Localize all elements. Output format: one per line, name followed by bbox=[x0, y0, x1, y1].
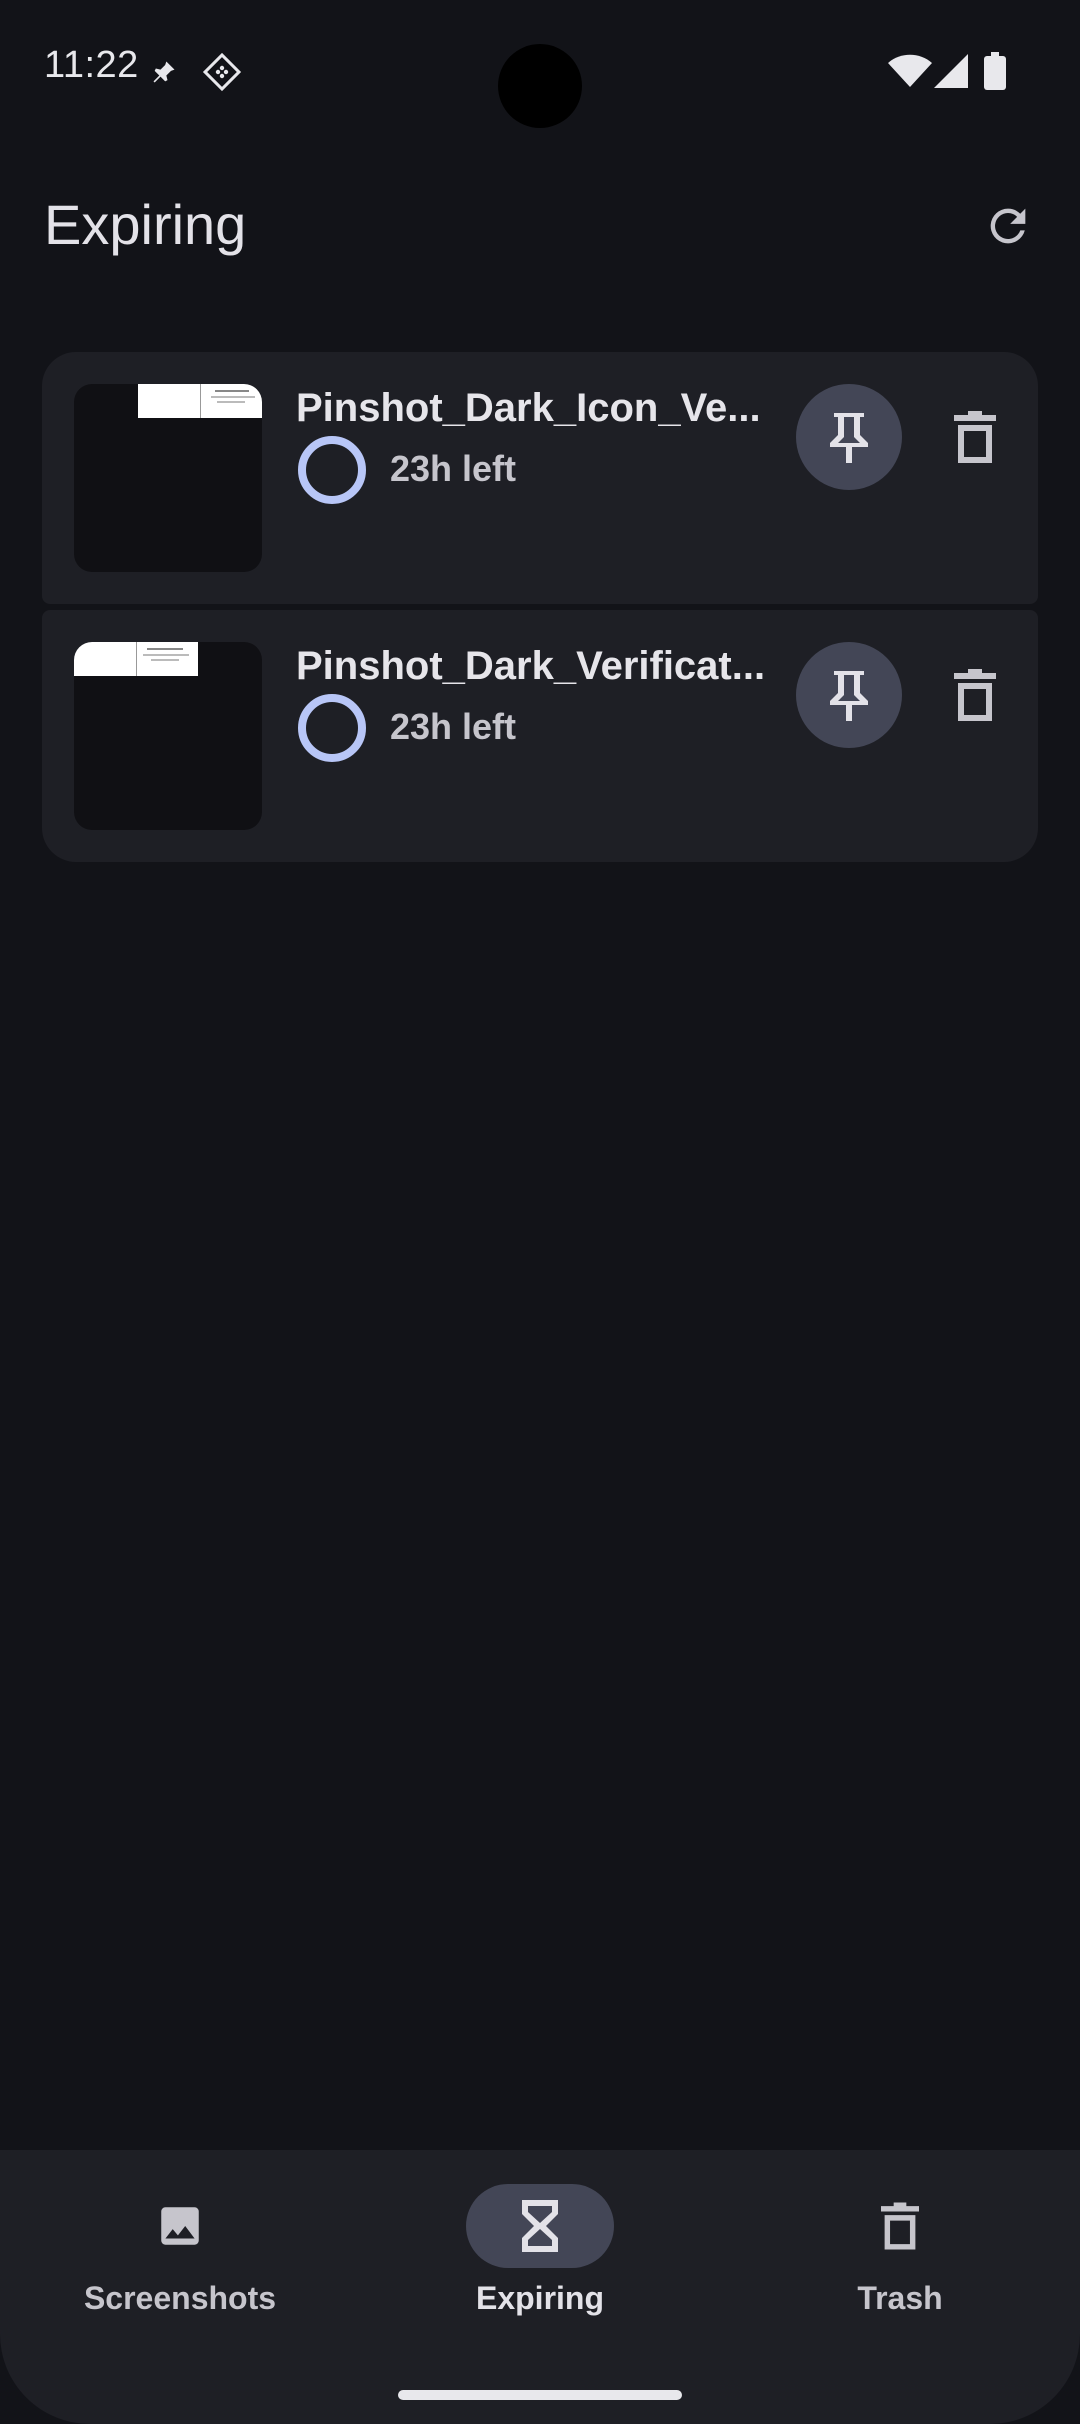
page-title: Expiring bbox=[44, 193, 247, 256]
nav-pill-active bbox=[466, 2184, 614, 2268]
battery-icon bbox=[984, 52, 1006, 95]
item-title: Pinshot_Dark_Verificat... bbox=[296, 644, 766, 688]
bottom-navigation: Screenshots Expiring Trash bbox=[0, 2150, 1080, 2424]
camera-cutout bbox=[498, 44, 582, 128]
delete-button[interactable] bbox=[922, 384, 1028, 490]
nav-item-expiring[interactable]: Expiring bbox=[360, 2150, 720, 2350]
refresh-icon bbox=[990, 208, 1026, 244]
list-item[interactable]: Pinshot_Dark_Verificat... 23h left bbox=[42, 610, 1038, 862]
pin-button[interactable] bbox=[796, 642, 902, 748]
app-notification-icon bbox=[202, 52, 242, 97]
nav-item-trash[interactable]: Trash bbox=[720, 2150, 1080, 2350]
thumbnail-document bbox=[138, 384, 262, 418]
trash-icon bbox=[954, 669, 996, 721]
trash-icon bbox=[881, 2202, 919, 2250]
list-item[interactable]: Pinshot_Dark_Icon_Ve... 23h left bbox=[42, 352, 1038, 604]
signal-icon bbox=[934, 54, 968, 93]
trash-icon bbox=[954, 411, 996, 463]
screen: 11:22 Expiring Pinshot_Dark_Icon_Ve... 2… bbox=[0, 0, 1080, 2424]
delete-button[interactable] bbox=[922, 642, 1028, 748]
status-time: 11:22 bbox=[44, 44, 139, 86]
nav-label: Trash bbox=[857, 2280, 943, 2316]
pin-notification-icon bbox=[150, 58, 178, 91]
screenshot-thumbnail[interactable] bbox=[74, 384, 262, 572]
time-left-label: 23h left bbox=[390, 448, 517, 489]
thumbnail-document bbox=[74, 642, 198, 676]
progress-ring bbox=[298, 436, 366, 504]
pin-button[interactable] bbox=[796, 384, 902, 490]
item-title: Pinshot_Dark_Icon_Ve... bbox=[296, 386, 761, 430]
image-icon bbox=[161, 2207, 199, 2245]
refresh-button[interactable] bbox=[976, 198, 1040, 254]
nav-pill bbox=[106, 2184, 254, 2268]
hourglass-icon bbox=[522, 2200, 558, 2252]
pin-icon bbox=[830, 413, 868, 463]
home-indicator[interactable] bbox=[398, 2390, 682, 2400]
wifi-icon bbox=[888, 54, 932, 93]
nav-label: Expiring bbox=[475, 2280, 604, 2316]
nav-item-screenshots[interactable]: Screenshots bbox=[0, 2150, 360, 2350]
progress-ring bbox=[298, 694, 366, 762]
status-bar: 11:22 bbox=[0, 0, 1080, 140]
pin-icon bbox=[830, 671, 868, 721]
nav-pill bbox=[826, 2184, 974, 2268]
nav-label: Screenshots bbox=[83, 2280, 277, 2316]
time-left-label: 23h left bbox=[390, 706, 517, 747]
screenshot-thumbnail[interactable] bbox=[74, 642, 262, 830]
